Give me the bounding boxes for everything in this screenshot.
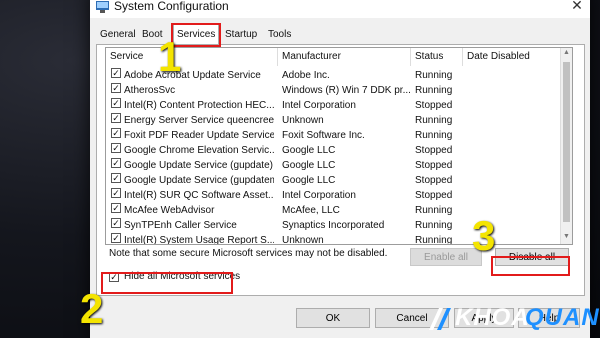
service-manufacturer: Synaptics Incorporated — [282, 220, 385, 231]
step-number-1: 1 — [158, 33, 182, 80]
service-manufacturer: Google LLC — [282, 145, 336, 156]
scroll-up-icon[interactable]: ▲ — [562, 49, 571, 56]
service-status: Running — [415, 220, 453, 231]
service-manufacturer: McAfee, LLC — [282, 205, 340, 216]
service-name: Intel(R) Content Protection HEC... — [124, 100, 274, 111]
service-name: Google Update Service (gupdate) — [124, 160, 273, 171]
service-row[interactable]: ✓ Google Update Service (gupdatem) Google … — [106, 173, 561, 188]
service-manufacturer: Intel Corporation — [282, 100, 356, 111]
service-name: McAfee WebAdvisor — [124, 205, 215, 216]
service-manufacturer: Google LLC — [282, 160, 336, 171]
service-status: Stopped — [415, 175, 453, 186]
window-title: System Configuration — [114, 0, 229, 13]
service-checkbox[interactable]: ✓ — [111, 218, 121, 228]
service-status: Running — [415, 205, 453, 216]
tab-startup[interactable]: Startup — [222, 27, 260, 43]
column-header-status[interactable]: Status — [411, 48, 463, 66]
service-manufacturer: Unknown — [282, 115, 324, 126]
service-name: Google Update Service (gupdatem) — [124, 175, 274, 186]
service-name: SynTPEnh Caller Service — [124, 220, 237, 231]
column-header-date-disabled[interactable]: Date Disabled — [463, 48, 560, 66]
service-checkbox[interactable]: ✓ — [111, 233, 121, 243]
service-checkbox[interactable]: ✓ — [111, 113, 121, 123]
service-status: Stopped — [415, 145, 453, 156]
step-number-3: 3 — [472, 212, 496, 259]
service-checkbox[interactable]: ✓ — [111, 128, 121, 138]
service-status: Running — [415, 85, 453, 96]
service-row[interactable]: ✓ Google Chrome Elevation Servic... Google… — [106, 143, 561, 158]
disable-all-highlight — [491, 256, 570, 276]
service-name: Google Chrome Elevation Servic... — [124, 145, 274, 156]
close-icon[interactable]: ✕ — [568, 0, 586, 14]
service-checkbox[interactable]: ✓ — [111, 173, 121, 183]
service-status: Running — [415, 70, 453, 81]
service-name: Energy Server Service queencreek — [124, 115, 274, 126]
service-checkbox[interactable]: ✓ — [111, 158, 121, 168]
service-checkbox[interactable]: ✓ — [111, 188, 121, 198]
secure-services-note: Note that some secure Microsoft services… — [109, 248, 388, 259]
service-status: Stopped — [415, 100, 453, 111]
service-name: Foxit PDF Reader Update Service — [124, 130, 274, 141]
service-manufacturer: Google LLC — [282, 175, 336, 186]
service-row[interactable]: ✓ Google Update Service (gupdate) Google L… — [106, 158, 561, 173]
service-manufacturer: Intel Corporation — [282, 190, 356, 201]
hide-ms-highlight — [101, 272, 233, 294]
ok-button[interactable]: OK — [296, 308, 370, 328]
service-manufacturer: Unknown — [282, 235, 324, 245]
service-row[interactable]: ✓ Intel(R) Content Protection HEC... Intel… — [106, 98, 561, 113]
msconfig-app-icon — [96, 1, 109, 13]
title-bar: System Configuration ✕ — [90, 0, 590, 18]
service-status: Running — [415, 235, 453, 245]
service-row[interactable]: ✓ AtherosSvc Windows (R) Win 7 DDK pr... Ru… — [106, 83, 561, 98]
service-manufacturer: Foxit Software Inc. — [282, 130, 365, 141]
service-row[interactable]: ✓ Foxit PDF Reader Update Service Foxit So… — [106, 128, 561, 143]
service-checkbox[interactable]: ✓ — [111, 143, 121, 153]
column-header-manufacturer[interactable]: Manufacturer — [278, 48, 411, 66]
vertical-scrollbar[interactable]: ▲ ▼ — [560, 48, 572, 244]
brand-mark-icon — [429, 308, 451, 330]
scroll-down-icon[interactable]: ▼ — [562, 233, 571, 240]
column-header-service[interactable]: Service — [106, 48, 278, 66]
brand-logo: KHOA QUAN — [425, 302, 599, 334]
service-manufacturer: Adobe Inc. — [282, 70, 330, 81]
service-status: Running — [415, 130, 453, 141]
brand-word-khoa: KHOA — [455, 304, 530, 331]
service-checkbox[interactable]: ✓ — [111, 68, 121, 78]
service-row[interactable]: ✓ Energy Server Service queencreek Unknown… — [106, 113, 561, 128]
service-manufacturer: Windows (R) Win 7 DDK pr... — [282, 85, 410, 96]
brand-word-quan: QUAN — [525, 304, 600, 331]
service-checkbox[interactable]: ✓ — [111, 83, 121, 93]
service-name: Adobe Acrobat Update Service — [124, 70, 261, 81]
service-status: Stopped — [415, 190, 453, 201]
service-checkbox[interactable]: ✓ — [111, 98, 121, 108]
step-number-2: 2 — [80, 285, 104, 332]
scrollbar-thumb[interactable] — [563, 62, 570, 222]
service-name: AtherosSvc — [124, 85, 176, 96]
service-name: Intel(R) SUR QC Software Asset... — [124, 190, 274, 201]
service-checkbox[interactable]: ✓ — [111, 203, 121, 213]
service-row[interactable]: ✓ Intel(R) SUR QC Software Asset... Intel … — [106, 188, 561, 203]
service-name: Intel(R) System Usage Report S... — [124, 235, 274, 245]
tab-tools[interactable]: Tools — [265, 27, 294, 43]
service-status: Stopped — [415, 160, 453, 171]
tab-general[interactable]: General — [97, 27, 139, 43]
service-status: Running — [415, 115, 453, 126]
